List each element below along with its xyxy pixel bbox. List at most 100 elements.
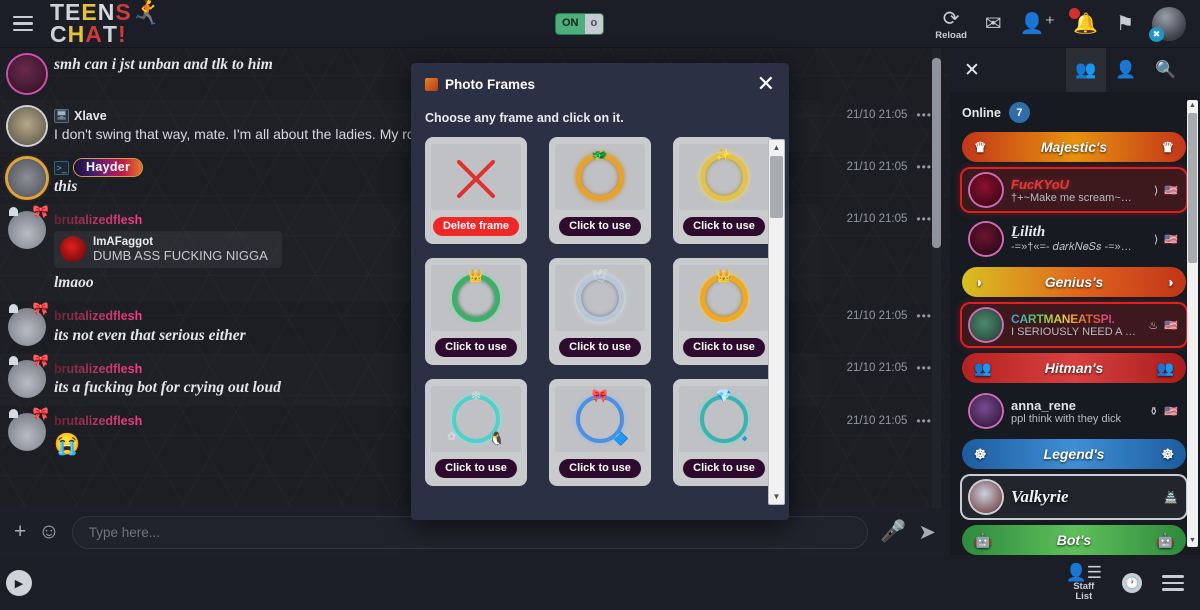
photo-frame-icon: [425, 77, 438, 91]
menu-toggle-button[interactable]: [0, 15, 46, 32]
username[interactable]: brutalizedflesh: [54, 414, 142, 428]
mail-icon[interactable]: ✉: [985, 11, 1002, 36]
use-frame-button[interactable]: Click to use: [683, 459, 765, 478]
banner-label: Genius's: [1044, 274, 1104, 290]
frame-ring-icon: 👑: [700, 268, 748, 322]
group-banner[interactable]: 🤖 Bot's 🤖: [962, 525, 1186, 555]
modal-scrollbar[interactable]: ▲ ▼: [768, 139, 785, 505]
user-list-item[interactable]: Ḻilith -=»†«=- 𝑑𝑎𝑟𝑘𝑁𝑒𝑆𝑠 -=»… ⟩ 🇺🇸: [962, 218, 1186, 260]
chat-scrollbar[interactable]: [932, 48, 941, 510]
username[interactable]: Xlave: [74, 109, 107, 123]
message-options-icon[interactable]: •••: [916, 160, 932, 174]
quoted-body: ImAFaggot DUMB ASS FUCKING NIGGA: [93, 236, 268, 263]
user-avatar[interactable]: ✖: [1149, 6, 1186, 42]
user-status: -=»†«=- 𝑑𝑎𝑟𝑘𝑁𝑒𝑆𝑠 -=»…: [1011, 241, 1132, 253]
attach-plus-icon[interactable]: +: [14, 520, 26, 544]
message-timestamp: 21/10 21:05: [846, 415, 908, 427]
sidebar-scroll-up-icon[interactable]: ▲: [1187, 100, 1198, 112]
user-name: FucKYoU: [1011, 176, 1070, 192]
message-avatar[interactable]: [8, 55, 46, 93]
use-frame-button[interactable]: Click to use: [559, 338, 641, 357]
staff-list-icon: 👤☰: [1065, 563, 1102, 583]
sidebar-scroll-down-icon[interactable]: ▼: [1187, 535, 1198, 547]
user-avatar[interactable]: [970, 309, 1002, 341]
user-list-item[interactable]: Valkyrie 🏯: [962, 476, 1186, 518]
modal-scrollbar-thumb[interactable]: [770, 156, 783, 218]
message-avatar[interactable]: [8, 406, 49, 451]
on-off-toggle[interactable]: ON o: [556, 14, 604, 34]
emoji-icon[interactable]: ☺: [38, 520, 59, 544]
user-list-item[interactable]: CARTMANEATSPI. I SERIOUSLY NEED A … ♨ 🇺🇸: [962, 304, 1186, 346]
staff-list-button[interactable]: 👤☰ Staff List: [1066, 564, 1102, 602]
flag-icon[interactable]: ⚑: [1116, 11, 1134, 36]
user-avatar[interactable]: [970, 174, 1002, 206]
frame-preview: 🐲: [555, 144, 645, 210]
use-frame-button[interactable]: Click to use: [435, 338, 517, 357]
user-avatar[interactable]: [970, 481, 1002, 513]
frame-card[interactable]: 🎀 🔷 Click to use: [549, 379, 651, 486]
use-frame-button[interactable]: Click to use: [559, 459, 641, 478]
message-avatar[interactable]: [8, 204, 49, 250]
user-list-item[interactable]: FucKYoU †+~Make me scream~… ⟩ 🇺🇸: [962, 169, 1186, 211]
user-list-item[interactable]: anna_rene ppl think with they dick ⚱ 🇺🇸: [962, 390, 1186, 432]
frame-card[interactable]: ✨ Click to use: [673, 137, 775, 244]
chat-scrollbar-thumb[interactable]: [932, 58, 941, 248]
notification-bell-icon[interactable]: 🔔: [1069, 8, 1098, 36]
send-icon[interactable]: ➤: [918, 520, 936, 545]
message-options-icon[interactable]: •••: [916, 414, 932, 428]
user-avatar[interactable]: [970, 395, 1002, 427]
message-avatar[interactable]: [8, 107, 46, 145]
microphone-icon[interactable]: 🎤: [880, 520, 906, 544]
tab-group-icon[interactable]: 👥: [1066, 48, 1106, 92]
message-avatar[interactable]: [8, 159, 46, 197]
banner-label: Majestic's: [1040, 139, 1108, 155]
modal-close-button[interactable]: ✕: [757, 73, 775, 95]
tab-person-icon[interactable]: 👤: [1106, 48, 1146, 92]
modal-instruction: Choose any frame and click on it.: [425, 111, 624, 125]
scroll-up-arrow-icon[interactable]: ▲: [769, 140, 784, 155]
footer-menu-icon[interactable]: [1162, 575, 1184, 591]
group-banner[interactable]: 👥 Hitman's 👥: [962, 353, 1186, 383]
quoted-message[interactable]: ImAFaggot DUMB ASS FUCKING NIGGA: [54, 231, 282, 269]
message-avatar[interactable]: [8, 353, 49, 399]
message-options-icon[interactable]: •••: [916, 309, 932, 323]
frame-card[interactable]: 🕊 Click to use: [549, 258, 651, 365]
frame-card[interactable]: 👑 Click to use: [425, 258, 527, 365]
use-frame-button[interactable]: Click to use: [559, 217, 641, 236]
scroll-down-arrow-icon[interactable]: ▼: [769, 489, 784, 504]
user-avatar[interactable]: [970, 223, 1002, 255]
username[interactable]: brutalizedflesh: [54, 362, 142, 376]
delete-frame-button[interactable]: Delete frame: [432, 217, 520, 236]
message-input[interactable]: Type here...: [71, 515, 869, 549]
message-options-icon[interactable]: •••: [916, 108, 932, 122]
add-friend-icon[interactable]: 👤⁺: [1020, 11, 1055, 36]
message-options-icon[interactable]: •••: [916, 212, 932, 226]
group-banner[interactable]: ♛ Majestic's ♛: [962, 132, 1186, 162]
use-frame-button[interactable]: Click to use: [435, 459, 517, 478]
username[interactable]: brutalizedflesh: [54, 309, 142, 323]
username-pill[interactable]: Hayder: [74, 159, 143, 176]
username[interactable]: brutalizedflesh: [54, 213, 142, 227]
frame-card[interactable]: 👑 Click to use: [673, 258, 775, 365]
sidebar-scrollbar-thumb[interactable]: [1188, 113, 1197, 263]
tab-search-icon[interactable]: 🔍: [1146, 48, 1186, 92]
clock-icon[interactable]: 🕐: [1122, 573, 1142, 593]
message-options-icon[interactable]: •••: [916, 361, 932, 375]
frame-card[interactable]: ❄ 🐧 ✿ Click to use: [425, 379, 527, 486]
sidebar-close-button[interactable]: ✕: [964, 59, 980, 82]
play-button[interactable]: ▶: [6, 570, 32, 596]
frame-card[interactable]: 🐲 Click to use: [549, 137, 651, 244]
use-frame-button[interactable]: Click to use: [683, 217, 765, 236]
frame-preview: ✨: [679, 144, 769, 210]
group-banner[interactable]: ☸ Legend's ☸: [962, 439, 1186, 469]
use-frame-button[interactable]: Click to use: [683, 338, 765, 357]
group-banner[interactable]: ◑ Genius's ◑: [962, 267, 1186, 297]
frame-preview: ❄ 🐧 ✿: [431, 386, 521, 452]
message-timestamp: 21/10 21:05: [846, 310, 908, 322]
modal-title-group: Photo Frames: [425, 77, 535, 92]
frame-card[interactable]: 💎 🔹 Click to use: [673, 379, 775, 486]
message-avatar[interactable]: [8, 301, 49, 346]
frame-card[interactable]: Delete frame: [425, 137, 527, 244]
sidebar-scrollbar[interactable]: ▲ ▼: [1187, 100, 1198, 547]
reload-icon[interactable]: ⟳ Reload: [935, 6, 967, 41]
